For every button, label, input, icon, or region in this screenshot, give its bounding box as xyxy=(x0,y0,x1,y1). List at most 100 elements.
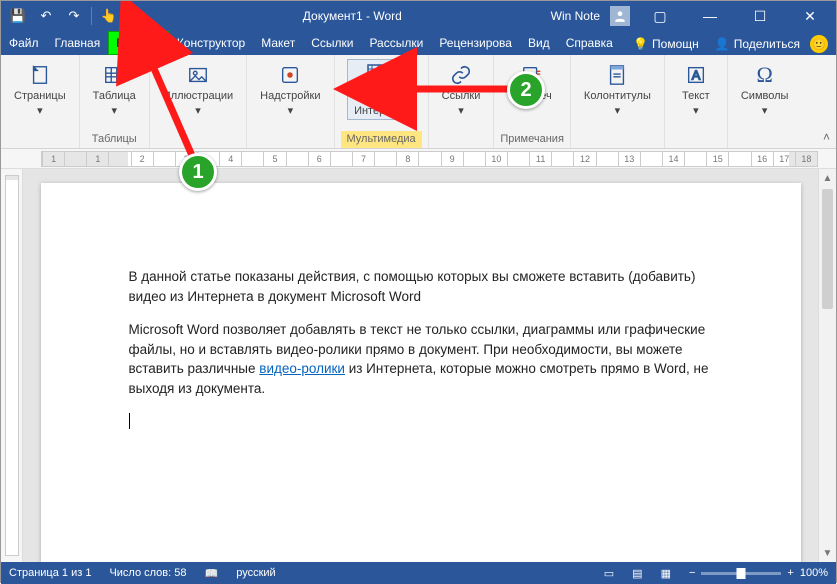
paragraph-1: В данной статье показаны действия, с пом… xyxy=(129,267,713,306)
group-links: Ссылки▾ xyxy=(429,55,495,148)
brand-label: Win Note xyxy=(551,9,600,23)
links-button[interactable]: Ссылки▾ xyxy=(435,59,488,120)
group-media: Видео из Интернета Мультимедиа xyxy=(335,55,429,148)
scroll-up-icon[interactable]: ▲ xyxy=(819,169,836,187)
redo-icon[interactable]: ↷ xyxy=(61,3,87,29)
tab-design[interactable]: Конструктор xyxy=(169,31,253,55)
view-read-icon[interactable]: ▭ xyxy=(604,567,614,580)
status-language[interactable]: русский xyxy=(236,567,275,579)
scroll-down-icon[interactable]: ▼ xyxy=(819,544,836,562)
video-label-1: Видео из xyxy=(358,90,404,103)
page[interactable]: В данной статье показаны действия, с пом… xyxy=(41,183,801,562)
ruler-horizontal[interactable]: 1123456789101112131415161718 xyxy=(1,149,836,169)
textbox-icon: A xyxy=(680,62,712,88)
table-button[interactable]: Таблица▾ xyxy=(86,59,143,120)
link-icon xyxy=(445,62,477,88)
tab-file[interactable]: Файл xyxy=(1,31,47,55)
comment-icon xyxy=(516,62,548,88)
ruler-ticks: 1123456789101112131415161718 xyxy=(42,152,817,166)
svg-text:A: A xyxy=(692,68,701,83)
links-label: Ссылки xyxy=(442,90,481,103)
group-label-pages xyxy=(38,131,41,148)
tell-me-button[interactable]: 💡 Помощн xyxy=(627,33,705,55)
table-label: Таблица xyxy=(93,90,136,103)
touch-mode-icon[interactable]: 👆 xyxy=(96,3,122,29)
online-video-icon xyxy=(365,62,397,88)
zoom-control[interactable]: − + 100% xyxy=(689,567,828,579)
omega-icon: Ω xyxy=(749,62,781,88)
comment-button[interactable]: Примеч xyxy=(506,59,559,106)
maximize-icon[interactable]: ☐ xyxy=(740,1,780,31)
zoom-in-icon[interactable]: + xyxy=(787,567,793,579)
ribbon-tabs: Файл Главная Вставка Конструктор Макет С… xyxy=(1,31,836,55)
illustrations-label: Иллюстрации xyxy=(163,90,233,103)
zoom-level[interactable]: 100% xyxy=(800,567,828,579)
qat-dropdown-icon[interactable]: ▾ xyxy=(124,3,150,29)
video-link[interactable]: видео-ролики xyxy=(259,361,345,376)
tab-mailings[interactable]: Рассылки xyxy=(361,31,431,55)
tab-layout[interactable]: Макет xyxy=(253,31,303,55)
pages-button[interactable]: Страницы▾ xyxy=(7,59,73,120)
status-page[interactable]: Страница 1 из 1 xyxy=(9,567,91,579)
group-label-comments: Примечания xyxy=(500,131,564,148)
group-pages: Страницы▾ xyxy=(1,55,80,148)
title-bar: 💾 ↶ ↷ 👆 ▾ Документ1 - Word Win Note ▢ — … xyxy=(1,1,836,31)
symbols-label: Символы xyxy=(741,90,789,103)
addin-icon xyxy=(274,62,306,88)
addins-button[interactable]: Надстройки▾ xyxy=(253,59,327,120)
document-area[interactable]: WINNOTE.RU В данной статье показаны дейс… xyxy=(23,169,818,562)
symbols-button[interactable]: Ω Символы▾ xyxy=(734,59,796,120)
ribbon-options-icon[interactable]: ▢ xyxy=(640,1,680,31)
view-web-icon[interactable]: ▦ xyxy=(661,567,671,580)
window-title: Документ1 - Word xyxy=(154,9,551,23)
group-symbols: Ω Символы▾ xyxy=(728,55,802,148)
group-headerfooter: Колонтитулы▾ xyxy=(571,55,665,148)
scroll-thumb[interactable] xyxy=(822,189,833,309)
group-comments: Примеч Примечания xyxy=(494,55,571,148)
group-tables: Таблица▾ Таблицы xyxy=(80,55,150,148)
comment-label: Примеч xyxy=(513,90,552,103)
save-icon[interactable]: 💾 xyxy=(5,3,31,29)
page-icon xyxy=(24,62,56,88)
table-icon xyxy=(98,62,130,88)
minimize-icon[interactable]: — xyxy=(690,1,730,31)
group-label-tables: Таблицы xyxy=(92,131,137,148)
share-button[interactable]: 👤 Поделиться xyxy=(709,33,806,55)
quick-access-toolbar: 💾 ↶ ↷ 👆 ▾ xyxy=(1,3,154,29)
headerfooter-label: Колонтитулы xyxy=(584,90,651,103)
tab-insert[interactable]: Вставка xyxy=(108,31,169,55)
text-button[interactable]: A Текст▾ xyxy=(671,59,721,120)
status-bar: Страница 1 из 1 Число слов: 58 📖 русский… xyxy=(1,562,836,584)
feedback-icon[interactable]: 🙂 xyxy=(810,35,828,53)
video-label-2: Интернета xyxy=(354,105,408,118)
close-icon[interactable]: ✕ xyxy=(790,1,830,31)
view-print-icon[interactable]: ▤ xyxy=(632,567,642,580)
tab-view[interactable]: Вид xyxy=(520,31,558,55)
group-illustrations: Иллюстрации▾ xyxy=(150,55,247,148)
illustrations-button[interactable]: Иллюстрации▾ xyxy=(156,59,240,120)
tab-home[interactable]: Главная xyxy=(47,31,109,55)
online-video-button[interactable]: Видео из Интернета xyxy=(347,59,415,120)
collapse-ribbon-icon[interactable]: ˄ xyxy=(823,130,830,144)
headerfooter-icon xyxy=(601,62,633,88)
headerfooter-button[interactable]: Колонтитулы▾ xyxy=(577,59,658,120)
picture-icon xyxy=(182,62,214,88)
addins-label: Надстройки xyxy=(260,90,320,103)
status-words[interactable]: Число слов: 58 xyxy=(109,567,186,579)
tab-review[interactable]: Рецензирова xyxy=(431,31,520,55)
group-text: A Текст▾ xyxy=(665,55,728,148)
undo-icon[interactable]: ↶ xyxy=(33,3,59,29)
text-cursor xyxy=(129,413,130,429)
zoom-out-icon[interactable]: − xyxy=(689,567,695,579)
tab-help[interactable]: Справка xyxy=(558,31,621,55)
paragraph-2: Microsoft Word позволяет добавлять в тек… xyxy=(129,320,713,398)
user-avatar-icon[interactable] xyxy=(610,6,630,26)
ruler-vertical[interactable] xyxy=(1,169,23,562)
text-label: Текст xyxy=(682,90,710,103)
proofing-icon[interactable]: 📖 xyxy=(205,567,219,580)
tab-references[interactable]: Ссылки xyxy=(303,31,361,55)
group-label-media: Мультимедиа xyxy=(341,131,422,148)
group-addins: Надстройки▾ xyxy=(247,55,334,148)
ribbon: Страницы▾ Таблица▾ Таблицы Иллюстрации▾ xyxy=(1,55,836,149)
scrollbar-vertical[interactable]: ▲ ▼ xyxy=(818,169,836,562)
